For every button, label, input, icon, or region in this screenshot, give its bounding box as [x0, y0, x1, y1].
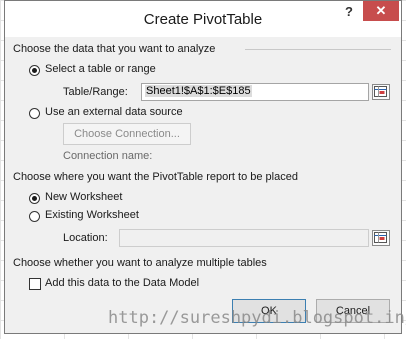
connection-name-label: Connection name:: [63, 150, 153, 162]
section-analyze-heading: Choose the data that you want to analyze: [13, 43, 216, 55]
table-range-value: Sheet1!$A$1:$E$185: [145, 85, 252, 97]
section-multiple-tables-heading: Choose whether you want to analyze multi…: [13, 257, 267, 269]
location-label: Location:: [63, 232, 108, 244]
help-button[interactable]: ?: [337, 3, 361, 21]
table-range-collapse-button[interactable]: [372, 84, 390, 100]
choose-connection-button[interactable]: Choose Connection...: [63, 123, 191, 145]
new-worksheet-radio-label[interactable]: New Worksheet: [45, 191, 122, 203]
table-range-label: Table/Range:: [63, 86, 128, 98]
create-pivottable-dialog: Create PivotTable ? ✕ Choose the data th…: [4, 0, 402, 334]
dialog-body: Choose the data that you want to analyze…: [5, 37, 401, 333]
close-button[interactable]: ✕: [363, 1, 399, 21]
data-model-checkbox[interactable]: [29, 278, 41, 290]
select-table-radio[interactable]: [29, 65, 40, 76]
section-divider: [245, 49, 391, 50]
location-input[interactable]: [119, 229, 369, 247]
table-range-input[interactable]: Sheet1!$A$1:$E$185: [141, 83, 369, 101]
external-source-radio-label[interactable]: Use an external data source: [45, 106, 183, 118]
select-table-radio-label[interactable]: Select a table or range: [45, 63, 156, 75]
watermark-url: http://sureshpydi.blogspot.in/: [108, 308, 406, 328]
new-worksheet-radio[interactable]: [29, 193, 40, 204]
location-collapse-button[interactable]: [372, 230, 390, 246]
data-model-checkbox-label[interactable]: Add this data to the Data Model: [45, 277, 199, 289]
section-placement-heading: Choose where you want the PivotTable rep…: [13, 171, 298, 183]
title-bar: Create PivotTable ? ✕: [5, 1, 401, 37]
range-select-icon: [374, 86, 387, 97]
external-source-radio[interactable]: [29, 108, 40, 119]
existing-worksheet-radio[interactable]: [29, 211, 40, 222]
existing-worksheet-radio-label[interactable]: Existing Worksheet: [45, 209, 139, 221]
range-select-icon: [374, 232, 387, 243]
